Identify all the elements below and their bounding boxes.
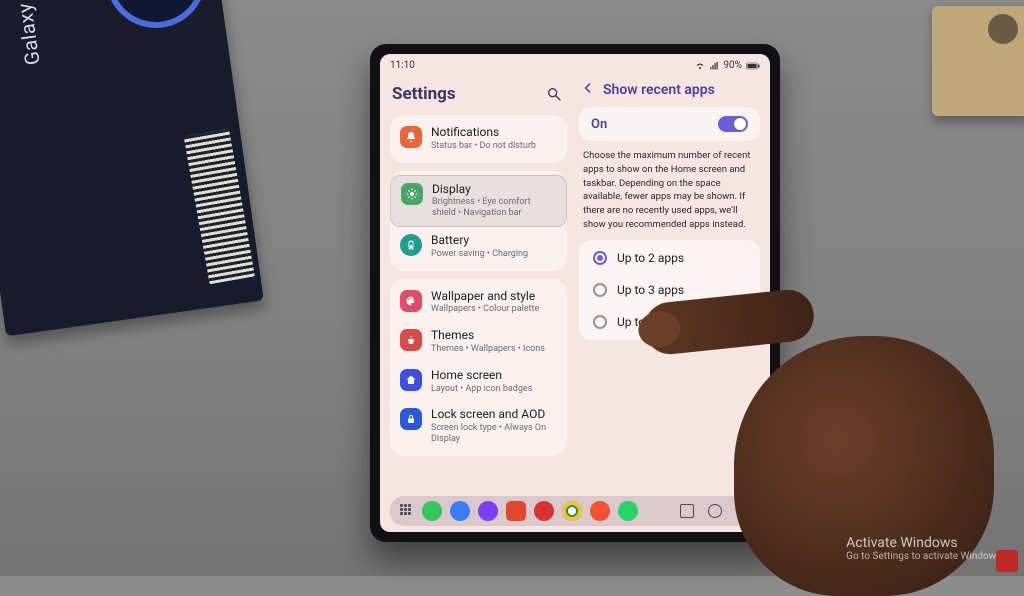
taskbar-app-messages[interactable] (450, 501, 470, 521)
sidebar-item-wallpaper[interactable]: Wallpaper and style Wallpapers • Colour … (390, 283, 567, 323)
box-seal (99, 0, 212, 35)
sidebar-item-sub: Status bar • Do not disturb (431, 141, 536, 152)
sidebar-item-sub: Wallpapers • Colour palette (431, 304, 539, 315)
watermark-title: Activate Windows (846, 535, 1004, 551)
options-group: Up to 2 apps Up to 3 apps Up to 4 apps (579, 240, 760, 340)
wifi-icon (695, 61, 705, 71)
option-up-to-2[interactable]: Up to 2 apps (583, 242, 756, 274)
palette-icon (400, 290, 422, 312)
chevron-left-icon (737, 505, 749, 517)
sidebar-item-label: Battery (431, 234, 528, 248)
radio-icon (593, 315, 607, 329)
radio-icon (593, 251, 607, 265)
sidebar-item-home-screen[interactable]: Home screen Layout • App icon badges (390, 362, 567, 402)
product-box: Galaxy Z Fold6 (0, 0, 264, 336)
detail-description: Choose the maximum number of recent apps… (579, 149, 760, 240)
sidebar-item-battery[interactable]: Battery Power saving • Charging (390, 227, 567, 267)
sidebar-item-label: Home screen (431, 369, 532, 383)
status-bar: 11:10 90% (380, 54, 770, 73)
master-toggle[interactable]: On (579, 107, 760, 141)
option-label: Up to 2 apps (617, 251, 684, 265)
detail-pane: Show recent apps On Choose the maximum n… (575, 73, 770, 495)
sidebar-item-sub: Layout • App icon badges (431, 384, 532, 395)
watermark-subtitle: Go to Settings to activate Windows. (846, 551, 1004, 562)
home-icon (400, 369, 422, 391)
battery-icon (400, 234, 422, 256)
status-time: 11:10 (390, 60, 415, 71)
corner-logo (996, 550, 1018, 572)
taskbar-app-bixby[interactable] (478, 501, 498, 521)
tablet-screen: 11:10 90% Settings (380, 54, 770, 532)
search-button[interactable] (543, 83, 565, 105)
detail-title: Show recent apps (603, 82, 715, 98)
sidebar-item-themes[interactable]: Themes Themes • Wallpapers • Icons (390, 322, 567, 362)
page-title: Settings (392, 84, 456, 104)
taskbar-app-flipboard[interactable] (506, 501, 526, 521)
wooden-clamp (932, 6, 1024, 116)
bell-icon (400, 126, 422, 148)
themes-icon (400, 329, 422, 351)
lock-icon (400, 408, 422, 430)
taskbar-app-phone[interactable] (422, 501, 442, 521)
sidebar-item-label: Wallpaper and style (431, 290, 539, 304)
search-icon (546, 86, 562, 102)
taskbar-app-youtube[interactable] (534, 501, 554, 521)
apps-drawer-button[interactable] (400, 504, 414, 518)
taskbar-app-chrome[interactable] (562, 501, 582, 521)
sidebar-item-label: Themes (431, 329, 545, 343)
toggle-switch[interactable] (718, 116, 748, 132)
chevron-left-icon (581, 81, 595, 95)
nav-home-button[interactable] (708, 504, 722, 518)
toggle-label: On (591, 117, 607, 132)
tablet-device: 11:10 90% Settings (370, 44, 780, 542)
nav-recent-button[interactable] (680, 504, 694, 518)
sidebar-item-label: Lock screen and AOD (431, 408, 557, 422)
sidebar-item-display[interactable]: Display Brightness • Eye comfort shield … (390, 175, 567, 227)
battery-icon (746, 62, 760, 70)
display-icon (401, 183, 423, 205)
sidebar-item-sub: Power saving • Charging (431, 249, 528, 260)
sidebar-item-label: Notifications (431, 126, 536, 140)
sidebar-item-sub: Screen lock type • Always On Display (431, 423, 557, 445)
nav-back-button[interactable] (736, 504, 750, 518)
option-label: Up to 3 apps (617, 283, 684, 297)
sidebar-item-sub: Themes • Wallpapers • Icons (431, 344, 545, 355)
taskbar (390, 496, 760, 526)
windows-watermark: Activate Windows Go to Settings to activ… (846, 535, 1004, 562)
radio-icon (593, 283, 607, 297)
box-label: Galaxy Z Fold6 (2, 0, 45, 67)
sidebar-item-lock-screen[interactable]: Lock screen and AOD Screen lock type • A… (390, 401, 567, 451)
sidebar-item-notifications[interactable]: Notifications Status bar • Do not distur… (390, 119, 567, 159)
status-battery: 90% (723, 60, 742, 71)
taskbar-app-whatsapp[interactable] (618, 501, 638, 521)
option-up-to-3[interactable]: Up to 3 apps (583, 274, 756, 306)
option-label: Up to 4 apps (617, 315, 684, 329)
taskbar-app-record[interactable] (590, 501, 610, 521)
sidebar-item-label: Display (432, 183, 556, 197)
sidebar-item-sub: Brightness • Eye comfort shield • Naviga… (432, 197, 556, 219)
option-up-to-4[interactable]: Up to 4 apps (583, 306, 756, 338)
back-button[interactable] (581, 81, 595, 99)
settings-pane: Settings Notifications Status bar • Do n… (380, 73, 575, 495)
signal-icon (709, 61, 719, 71)
